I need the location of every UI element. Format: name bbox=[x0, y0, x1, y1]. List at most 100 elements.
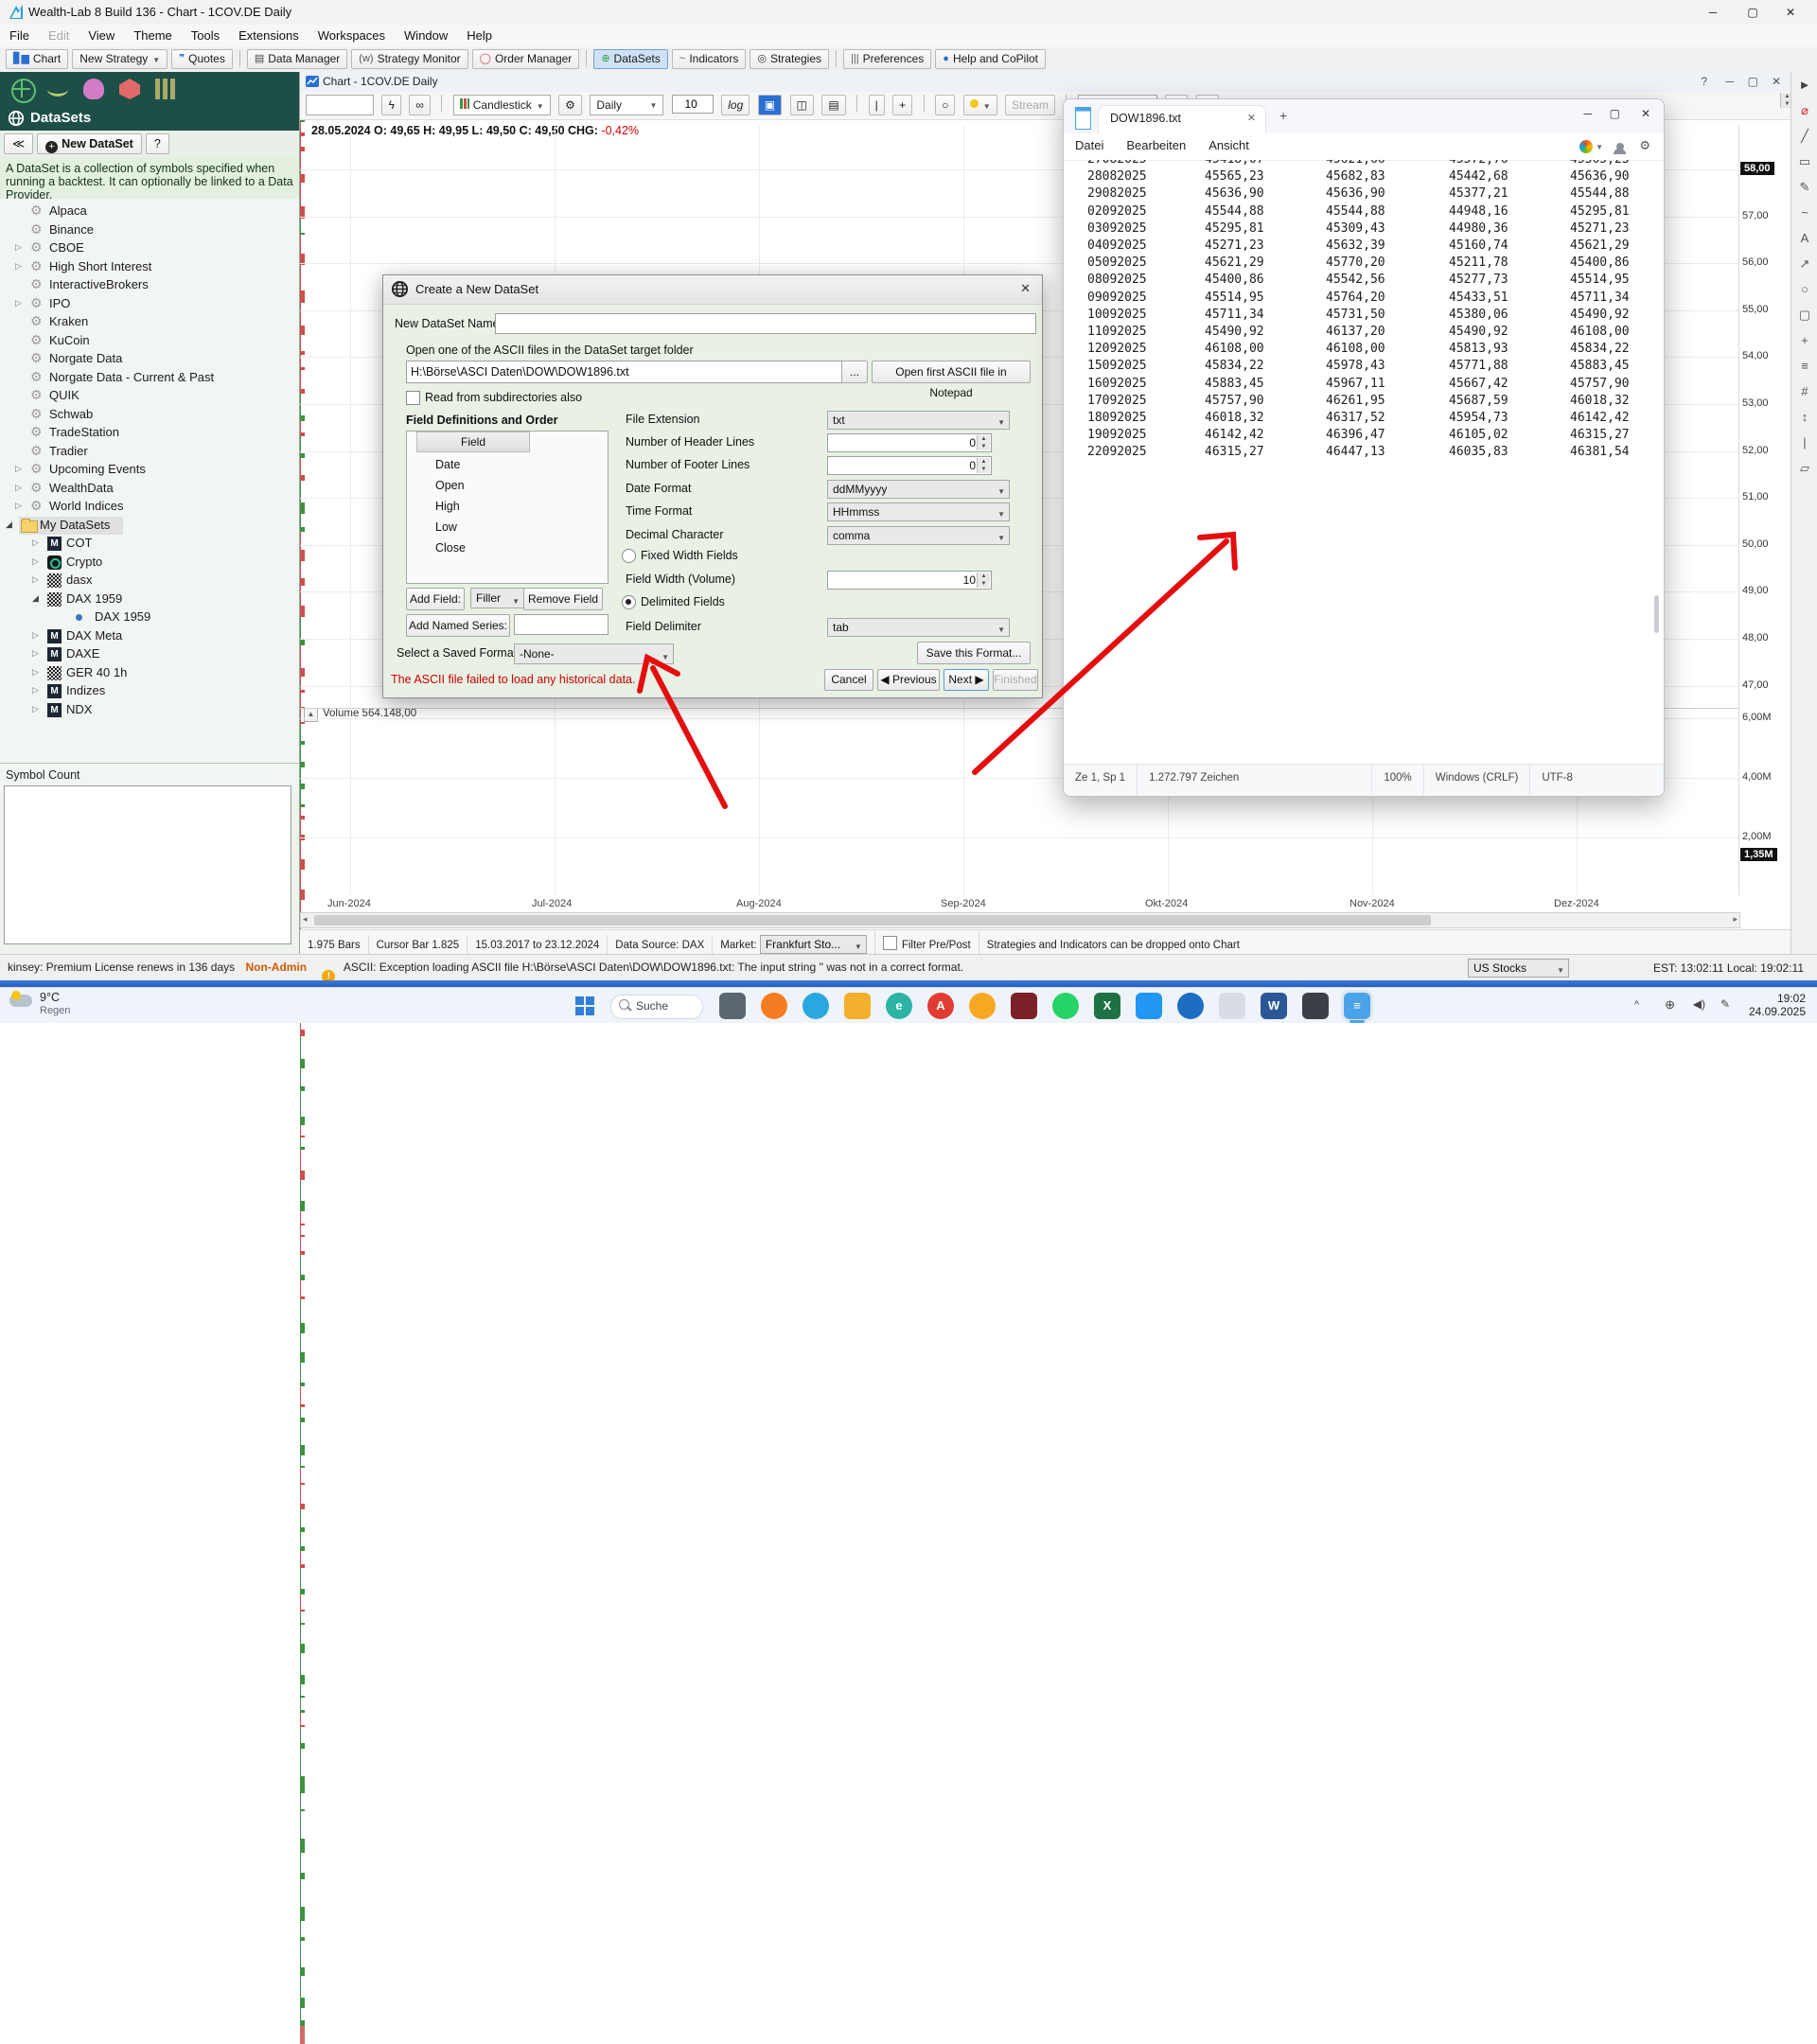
notepad-maximize-icon[interactable]: ▢ bbox=[1610, 107, 1620, 120]
scrollbar-thumb[interactable] bbox=[314, 915, 1431, 925]
file-explorer-icon[interactable] bbox=[844, 993, 871, 1019]
no-draw-tool-icon[interactable]: ⌀ bbox=[1791, 97, 1817, 123]
notepad-icon[interactable]: ≡ bbox=[1344, 993, 1370, 1019]
tree-item-my-datasets[interactable]: ◢My DataSets bbox=[0, 517, 299, 535]
levels-tool-icon[interactable]: ≡ bbox=[1791, 353, 1817, 379]
chevron-collapsed-icon[interactable]: ▷ bbox=[32, 667, 39, 678]
calendar-button[interactable]: ▤ bbox=[821, 95, 845, 115]
account-icon[interactable] bbox=[1616, 139, 1626, 154]
tree-item-wealthdata[interactable]: ▷⚙WealthData bbox=[0, 480, 299, 498]
polygon-tool-icon[interactable]: ▢ bbox=[1791, 302, 1817, 327]
updown-tool-icon[interactable]: ↕ bbox=[1791, 404, 1817, 430]
field-delimiter-select[interactable]: tab▼ bbox=[827, 618, 1010, 637]
grid-tool-icon[interactable]: # bbox=[1791, 379, 1817, 404]
rectangle-tool-icon[interactable]: ▭ bbox=[1791, 149, 1817, 174]
avira-icon[interactable]: A bbox=[927, 993, 954, 1019]
tree-item-kraken[interactable]: ⚙Kraken bbox=[0, 313, 299, 331]
settings-gear-icon[interactable]: ⚙ bbox=[1639, 138, 1650, 153]
field-row-date[interactable]: Date bbox=[435, 458, 460, 471]
path-input[interactable]: H:\Börse\ASCI Daten\DOW\DOW1896.txt bbox=[406, 361, 843, 383]
notepad-menu-bearbeiten[interactable]: Bearbeiten bbox=[1115, 133, 1197, 157]
tree-item-crypto[interactable]: ▷Crypto bbox=[0, 554, 299, 572]
libreoffice-icon[interactable] bbox=[1219, 993, 1245, 1019]
market-select[interactable]: Frankfurt Sto...▼ bbox=[760, 935, 867, 954]
notepad-minimize-icon[interactable]: ─ bbox=[1583, 107, 1592, 120]
dialog-title-bar[interactable]: Create a New DataSet ✕ bbox=[383, 275, 1042, 305]
field-width-volume--spinner[interactable]: 10▲▼ bbox=[827, 571, 992, 590]
tree-item-interactivebrokers[interactable]: ⚙InteractiveBrokers bbox=[0, 276, 299, 294]
copilot-icon[interactable]: ▼ bbox=[1579, 138, 1603, 153]
field-listbox[interactable]: Field DateOpenHighLowClose bbox=[406, 431, 609, 584]
trendline-tool-icon[interactable]: ╱ bbox=[1791, 123, 1817, 149]
wave-panel-icon[interactable] bbox=[47, 82, 68, 97]
menu-help[interactable]: Help bbox=[457, 25, 502, 46]
chevron-collapsed-icon[interactable]: ▷ bbox=[32, 574, 39, 585]
toolbar-datasets[interactable]: ⊕DataSets bbox=[593, 49, 668, 69]
decimal-character-select[interactable]: comma▼ bbox=[827, 526, 1010, 545]
chevron-expanded-icon[interactable]: ◢ bbox=[6, 520, 12, 530]
books-panel-icon[interactable] bbox=[155, 79, 176, 99]
chevron-collapsed-icon[interactable]: ▷ bbox=[32, 556, 39, 567]
tree-item-norgate-data-current-past[interactable]: ⚙Norgate Data - Current & Past bbox=[0, 369, 299, 387]
whatsapp-icon[interactable] bbox=[1052, 993, 1079, 1019]
tree-item-cboe[interactable]: ▷⚙CBOE bbox=[0, 239, 299, 257]
chevron-collapsed-icon[interactable]: ▷ bbox=[15, 242, 22, 253]
notepad-close-icon[interactable]: ✕ bbox=[1641, 107, 1650, 120]
start-button[interactable] bbox=[573, 995, 596, 1017]
saved-format-select[interactable]: -None-▼ bbox=[514, 643, 674, 664]
toolbar-indicators[interactable]: ~Indicators bbox=[672, 49, 746, 69]
chart-tab-title[interactable]: Chart - 1COV.DE Daily bbox=[323, 75, 438, 88]
clock-widget[interactable]: 19:02 24.09.2025 bbox=[1749, 992, 1806, 1018]
new-tab-icon[interactable]: + bbox=[1279, 108, 1287, 123]
tree-item-ndx[interactable]: ▷MNDX bbox=[0, 701, 299, 719]
previous-button[interactable]: ◀ Previous bbox=[877, 669, 940, 691]
menu-theme[interactable]: Theme bbox=[124, 25, 181, 46]
bar-tool-icon[interactable]: | bbox=[1791, 430, 1817, 455]
tree-item-binance[interactable]: ⚙Binance bbox=[0, 221, 299, 239]
chart-close-button[interactable]: ✕ bbox=[1772, 75, 1781, 88]
tree-item-ger-40-1h[interactable]: ▷GER 40 1h bbox=[0, 664, 299, 682]
firefox-icon[interactable] bbox=[761, 993, 787, 1019]
network-icon[interactable]: ⊕ bbox=[1665, 997, 1675, 1013]
tree-item-dax-1959[interactable]: ◢DAX 1959 bbox=[0, 590, 299, 608]
minimize-button[interactable]: ─ bbox=[1694, 0, 1732, 25]
tree-item-daxe[interactable]: ▷MDAXE bbox=[0, 645, 299, 663]
tree-item-kucoin[interactable]: ⚙KuCoin bbox=[0, 332, 299, 350]
symbol-input[interactable] bbox=[306, 95, 374, 115]
toolbar-new-strategy[interactable]: New Strategy▼ bbox=[72, 49, 168, 69]
close-button[interactable]: ✕ bbox=[1772, 0, 1809, 25]
scroll-left-icon[interactable]: ◂ bbox=[303, 914, 308, 925]
split-pane-button[interactable]: ◫ bbox=[790, 95, 814, 115]
notepad-text-area[interactable]: 2708202545418,0745621,6645572,7645565,23… bbox=[1064, 160, 1664, 735]
menu-tools[interactable]: Tools bbox=[182, 25, 229, 46]
field-row-open[interactable]: Open bbox=[435, 479, 465, 492]
menu-workspaces[interactable]: Workspaces bbox=[309, 25, 395, 46]
dev-app-icon[interactable] bbox=[1302, 993, 1329, 1019]
chart-scrollbar[interactable]: ◂ ▸ bbox=[300, 912, 1740, 928]
toolbar-order-manager[interactable]: ◯Order Manager bbox=[472, 49, 580, 69]
log-scale-button[interactable]: log bbox=[721, 95, 750, 115]
tab-close-icon[interactable]: ✕ bbox=[1247, 112, 1256, 124]
compass-browser-icon[interactable] bbox=[1177, 993, 1204, 1019]
scroll-right-icon[interactable]: ▸ bbox=[1733, 914, 1738, 925]
restore-button[interactable]: ▢ bbox=[1734, 0, 1772, 25]
menu-extensions[interactable]: Extensions bbox=[229, 25, 309, 46]
add-named-series-button[interactable]: Add Named Series: bbox=[406, 614, 510, 637]
filter-checkbox[interactable] bbox=[883, 936, 897, 950]
cancel-button[interactable]: Cancel bbox=[824, 669, 873, 691]
time-format-select[interactable]: HHmmss▼ bbox=[827, 502, 1010, 521]
collapse-all-button[interactable]: ≪ bbox=[4, 133, 33, 154]
fixed-width-radio[interactable] bbox=[622, 549, 636, 563]
cursor-tool-icon[interactable]: ► bbox=[1791, 72, 1817, 97]
new-dataset-button[interactable]: +New DataSet bbox=[37, 133, 142, 154]
field-row-low[interactable]: Low bbox=[435, 520, 457, 534]
dataset-name-input[interactable] bbox=[495, 313, 1036, 334]
toolbar-data-manager[interactable]: ▤Data Manager bbox=[247, 49, 347, 69]
panel-help-button[interactable]: ? bbox=[146, 133, 169, 154]
chevron-collapsed-icon[interactable]: ▷ bbox=[15, 464, 22, 474]
menu-view[interactable]: View bbox=[79, 25, 124, 46]
file-extension-select[interactable]: txt▼ bbox=[827, 411, 1010, 430]
collapse-pane-icon[interactable]: ▲ bbox=[304, 708, 318, 722]
filler-select[interactable]: Filler▼ bbox=[470, 588, 524, 608]
excel-icon[interactable]: X bbox=[1094, 993, 1120, 1019]
